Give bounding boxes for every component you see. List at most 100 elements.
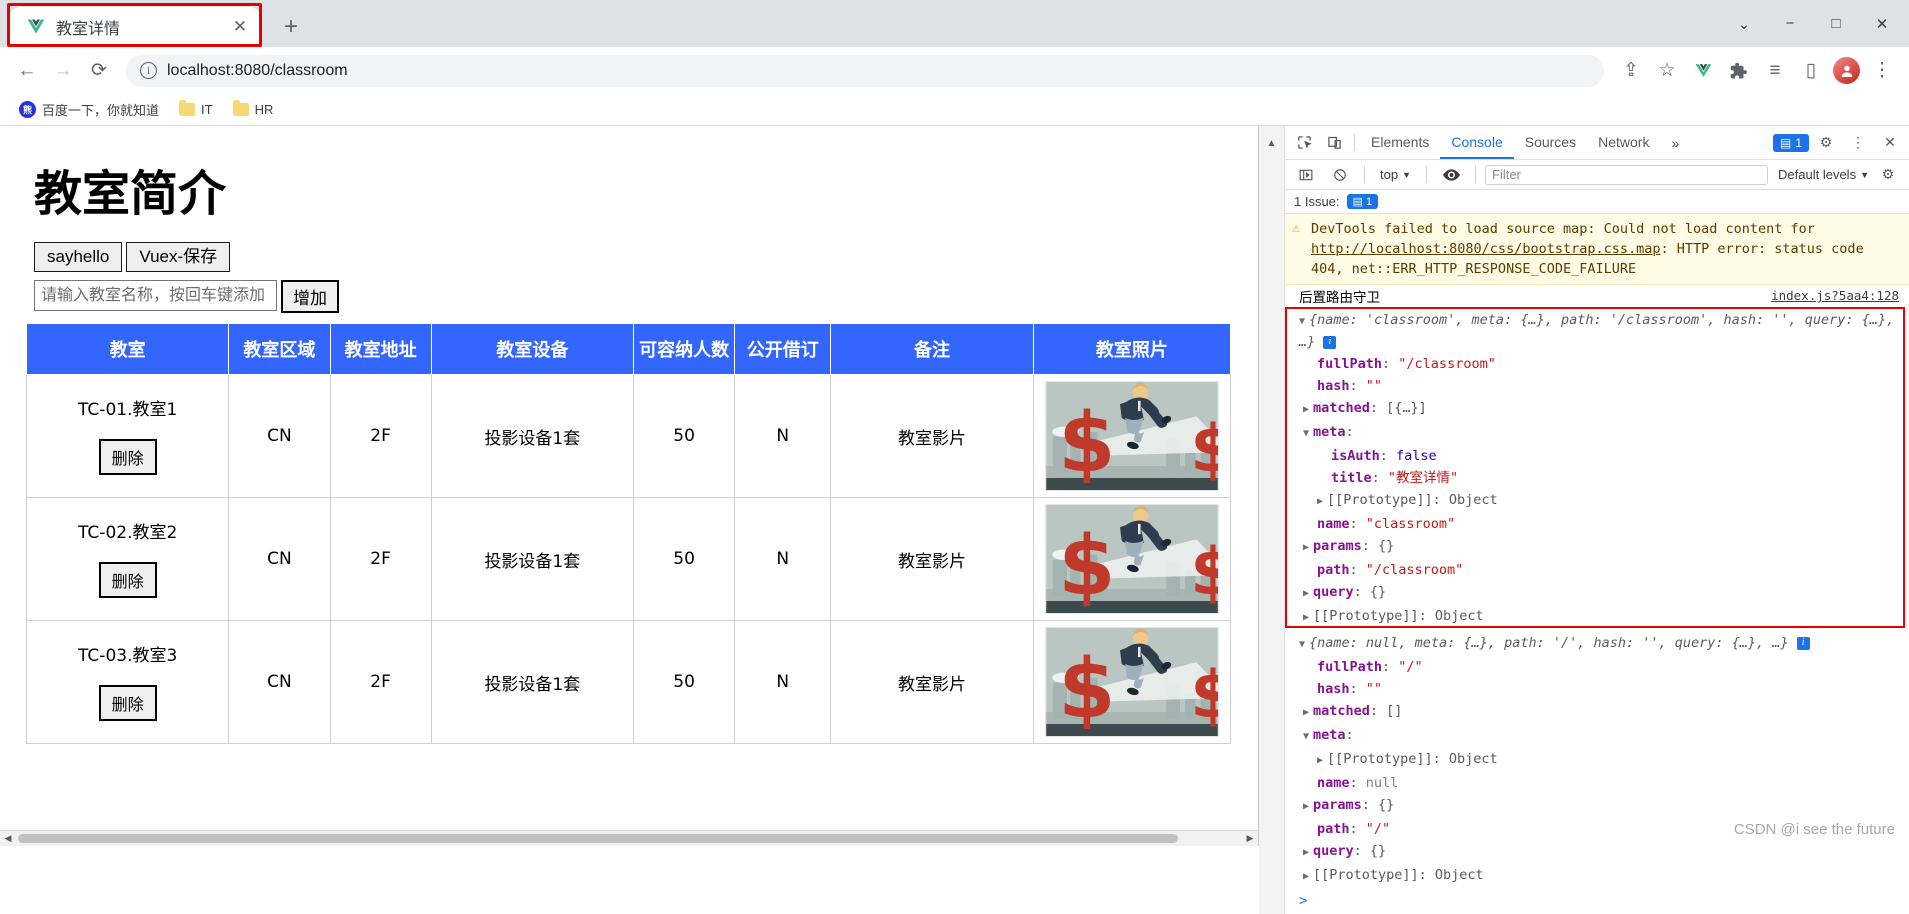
tab-network[interactable]: Network	[1587, 127, 1660, 159]
browser-tab[interactable]: 教室详情 ✕	[10, 7, 260, 47]
object-summary-text: {name: null, meta: {…}, path: '/', hash:…	[1309, 635, 1789, 651]
bookmark-item-baidu[interactable]: 熊 百度一下，你就知道	[12, 97, 166, 122]
cell-area: CN	[228, 497, 331, 622]
sayhello-button[interactable]: sayhello	[34, 242, 123, 273]
sourcemap-link[interactable]: http://localhost:8080/css/bootstrap.css.…	[1311, 241, 1661, 257]
tab-sources[interactable]: Sources	[1514, 127, 1587, 159]
object-prop-prototype[interactable]: ▶ [[Prototype]]: Object	[1285, 864, 1909, 888]
prompt-chevron-icon: >	[1299, 893, 1308, 909]
inspect-element-icon[interactable]	[1289, 129, 1319, 157]
object-summary-1[interactable]: ▼ {name: 'classroom', meta: {…}, path: '/…	[1285, 309, 1909, 353]
more-tabs-icon[interactable]: »	[1660, 129, 1690, 157]
object-prop-prototype[interactable]: ▶ [[Prototype]]: Object	[1285, 605, 1909, 629]
maximize-button[interactable]: □	[1813, 4, 1859, 44]
reload-button[interactable]: ⟳	[82, 54, 116, 88]
object-prop-params[interactable]: ▶ params: {}	[1285, 535, 1909, 559]
tab-search-chevron-icon[interactable]: ⌄	[1721, 4, 1767, 44]
object-prop-meta-prototype[interactable]: ▶ [[Prototype]]: Object	[1285, 748, 1909, 772]
console-sidebar-icon[interactable]	[1291, 161, 1321, 189]
router-guard-log-text: 后置路由守卫	[1299, 290, 1380, 306]
address-bar[interactable]: i localhost:8080/classroom	[126, 54, 1604, 87]
tab-close-icon[interactable]: ✕	[228, 15, 252, 39]
bookmark-star-icon[interactable]: ☆	[1650, 54, 1684, 88]
warning-text: DevTools failed to load source map: Coul…	[1311, 221, 1815, 237]
new-tab-button[interactable]: +	[274, 10, 308, 44]
info-badge-icon[interactable]: i	[1323, 335, 1337, 349]
table-row: TC-02.教室2 删除 CN 2F 投影设备1套 50 N 教室影片	[25, 497, 1232, 622]
object-prop-meta[interactable]: ▼ meta:	[1285, 724, 1909, 748]
watermark-text: CSDN @i see the future	[1733, 821, 1895, 838]
live-expression-eye-icon[interactable]	[1436, 161, 1466, 189]
object-prop-fullpath: fullPath: "/classroom"	[1317, 356, 1496, 372]
profile-avatar[interactable]	[1833, 57, 1860, 84]
delete-button[interactable]: 删除	[98, 562, 157, 599]
console-filter-input[interactable]: Filter	[1485, 164, 1769, 185]
minimize-button[interactable]: −	[1767, 4, 1813, 44]
classroom-table: 教室 教室区域 教室地址 教室设备 可容纳人数 公开借订 备注 教室照片 TC-…	[25, 323, 1232, 745]
log-source-link[interactable]: index.js?5aa4:128	[1771, 286, 1899, 306]
execution-context-select[interactable]: top ▼	[1374, 165, 1417, 184]
tab-title: 教室详情	[56, 21, 121, 38]
issues-count: 1	[1795, 135, 1802, 150]
devtools-menu-icon[interactable]: ⋮	[1843, 129, 1873, 157]
vue-devtools-extension-icon[interactable]	[1686, 54, 1720, 88]
side-panel-icon[interactable]: ▯	[1794, 54, 1828, 88]
devtools-close-icon[interactable]: ✕	[1875, 129, 1905, 157]
delete-button[interactable]: 删除	[98, 439, 157, 476]
browser-menu-icon[interactable]: ⋮	[1865, 54, 1899, 88]
object-summary-2[interactable]: ▼ {name: null, meta: {…}, path: '/', hash…	[1285, 632, 1909, 656]
extensions-icon[interactable]	[1722, 54, 1756, 88]
classroom-name-input[interactable]	[34, 280, 277, 312]
reading-list-icon[interactable]: ≡	[1758, 54, 1792, 88]
page-horizontal-scrollbar[interactable]: ◀ ▶	[0, 830, 1258, 846]
object-prop-meta[interactable]: ▼ meta:	[1285, 421, 1909, 445]
object-prop-params[interactable]: ▶ params: {}	[1285, 794, 1909, 818]
devtools-settings-icon[interactable]: ⚙	[1811, 129, 1841, 157]
console-warning-message: DevTools failed to load source map: Coul…	[1285, 214, 1909, 285]
issues-badge[interactable]: ▤ 1	[1772, 133, 1809, 152]
object-prop-query[interactable]: ▶ query: {}	[1285, 581, 1909, 605]
console-prompt[interactable]: >	[1285, 888, 1909, 914]
devtools-collapse-arrow-icon[interactable]: ▲	[1259, 126, 1285, 914]
scroll-right-arrow-icon[interactable]: ▶	[1242, 833, 1258, 844]
cell-photo	[1032, 374, 1232, 499]
devtools-panel: ▲ Elements Console Sources Network » ▤ 1…	[1258, 126, 1909, 914]
object-prop-meta-prototype[interactable]: ▶ [[Prototype]]: Object	[1285, 489, 1909, 513]
log-levels-select[interactable]: Default levels ▼	[1772, 167, 1869, 182]
cell-remark-link[interactable]: 教室影片	[830, 374, 1034, 499]
back-button[interactable]: ←	[10, 54, 44, 88]
tab-strip: 教室详情 ✕ + ⌄ − □ ✕	[0, 0, 1909, 47]
forward-button[interactable]: →	[46, 54, 80, 88]
bookmark-label: 百度一下，你就知道	[42, 103, 160, 118]
device-toolbar-icon[interactable]	[1319, 129, 1349, 157]
add-classroom-button[interactable]: 增加	[281, 280, 339, 314]
cell-capacity: 50	[633, 374, 736, 499]
tab-console[interactable]: Console	[1440, 127, 1514, 159]
share-icon[interactable]: ⇪	[1614, 54, 1648, 88]
expand-arrow-icon[interactable]: ▼	[1299, 312, 1309, 332]
expand-arrow-icon[interactable]: ▼	[1299, 635, 1309, 655]
close-window-button[interactable]: ✕	[1859, 4, 1905, 44]
cell-remark-link[interactable]: 教室影片	[830, 497, 1034, 622]
table-header-row: 教室 教室区域 教室地址 教室设备 可容纳人数 公开借订 备注 教室照片	[25, 323, 1232, 376]
vuex-save-button[interactable]: Vuex-保存	[126, 242, 231, 273]
cell-capacity: 50	[633, 620, 736, 745]
object-prop-matched[interactable]: ▶ matched: []	[1285, 700, 1909, 724]
delete-button[interactable]: 删除	[98, 685, 157, 722]
tab-elements[interactable]: Elements	[1360, 127, 1440, 159]
issues-summary-bar[interactable]: 1 Issue: ▤ 1	[1285, 190, 1909, 214]
clear-console-icon[interactable]	[1325, 161, 1355, 189]
cell-remark-link[interactable]: 教室影片	[830, 620, 1034, 745]
url-text: localhost:8080/classroom	[167, 61, 348, 79]
scrollbar-thumb[interactable]	[18, 834, 1178, 843]
object-prop-query[interactable]: ▶ query: {}	[1285, 840, 1909, 864]
classroom-name: TC-03.教室3	[78, 645, 178, 666]
bookmark-item-it[interactable]: IT	[172, 99, 220, 120]
bookmark-item-hr[interactable]: HR	[226, 99, 281, 120]
object-prop-matched[interactable]: ▶ matched: [{…}]	[1285, 397, 1909, 421]
console-settings-icon[interactable]: ⚙	[1873, 161, 1903, 189]
site-info-icon[interactable]: i	[140, 62, 157, 79]
chevron-down-icon: ▼	[1860, 169, 1869, 180]
scroll-left-arrow-icon[interactable]: ◀	[0, 833, 16, 844]
info-badge-icon[interactable]: i	[1796, 636, 1810, 650]
